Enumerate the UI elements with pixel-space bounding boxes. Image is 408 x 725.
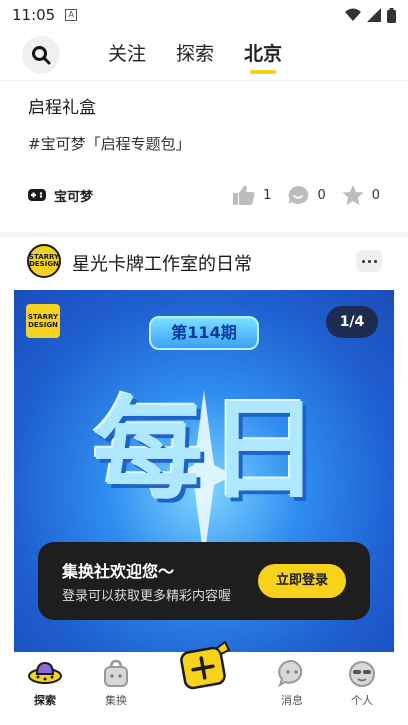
card-footer: 宝可梦 1 0 0 [28,183,380,207]
card-stats: 1 0 0 [217,185,380,205]
post-author[interactable]: 星光卡牌工作室的日常 [72,250,252,276]
tab-following[interactable]: 关注 [108,30,146,80]
status-icons [345,7,396,23]
toast-title: 集换社欢迎您～ [62,562,175,581]
like-count: 1 [263,187,272,203]
dot-icon [367,259,371,263]
card-tag[interactable]: #宝可梦「启程专题包」 [28,133,191,154]
avatar[interactable]: STARRY DESIGN [27,244,61,278]
comment-stat[interactable]: 0 [287,185,326,205]
nav-messages[interactable]: 消息 [262,656,322,708]
card-source-label: 宝可梦 [54,189,94,205]
profile-icon [345,656,379,690]
favorite-count: 0 [371,187,380,203]
plus-icon [180,640,231,690]
nav-explore-label: 探索 [34,694,56,707]
toast-subtitle: 登录可以获取更多精彩内容喔 [62,589,232,604]
favorite-stat[interactable]: 0 [342,185,380,205]
search-icon [32,46,51,65]
section-divider [0,232,408,238]
message-icon [275,656,309,690]
comment-icon [288,185,309,204]
like-stat[interactable]: 1 [233,185,271,205]
gamepad-icon [28,189,46,201]
ufo-icon [28,656,62,690]
publish-button[interactable] [177,640,233,690]
dot-icon [361,259,365,263]
wifi-icon [345,8,361,21]
card-title: 启程礼盒 [28,98,96,118]
image-headline: 每日 [93,386,325,514]
nav-profile-label: 个人 [351,694,373,707]
thumbs-up-icon [233,185,255,205]
nav-trade-label: 集换 [105,694,127,707]
status-time: 11:05 [12,6,56,24]
comment-count: 0 [317,187,326,203]
tab-explore[interactable]: 探索 [176,30,214,80]
top-nav: 关注 探索 北京 [0,30,408,80]
nav-messages-label: 消息 [281,694,303,707]
dot-icon [373,259,377,263]
star-icon [342,185,364,205]
status-bar: 11:05 A [0,0,408,30]
home-indicator [0,712,408,725]
post-header: STARRY DESIGN 星光卡牌工作室的日常 [0,240,408,288]
bag-icon [99,656,133,690]
image-page-counter: 1/4 [326,306,378,338]
signal-icon [367,8,381,22]
search-button[interactable] [22,36,60,74]
nav-profile[interactable]: 个人 [332,656,392,708]
card-source[interactable]: 宝可梦 [28,186,93,205]
nav-explore[interactable]: 探索 [15,656,75,708]
nav-trade[interactable]: 集换 [86,656,146,708]
more-options-button[interactable] [356,250,382,272]
notification-a-icon: A [65,9,78,21]
login-button[interactable]: 立即登录 [258,564,346,598]
tab-beijing[interactable]: 北京 [244,30,282,80]
feed-card[interactable]: 启程礼盒 #宝可梦「启程专题包」 宝可梦 1 0 0 [0,80,408,230]
battery-icon [387,7,396,23]
feed-tabs: 关注 探索 北京 [108,30,282,80]
image-logo: STARRY DESIGN [26,304,60,338]
login-toast: 集换社欢迎您～ 登录可以获取更多精彩内容喔 立即登录 [38,542,370,620]
image-issue-badge: 第114期 [149,316,259,350]
